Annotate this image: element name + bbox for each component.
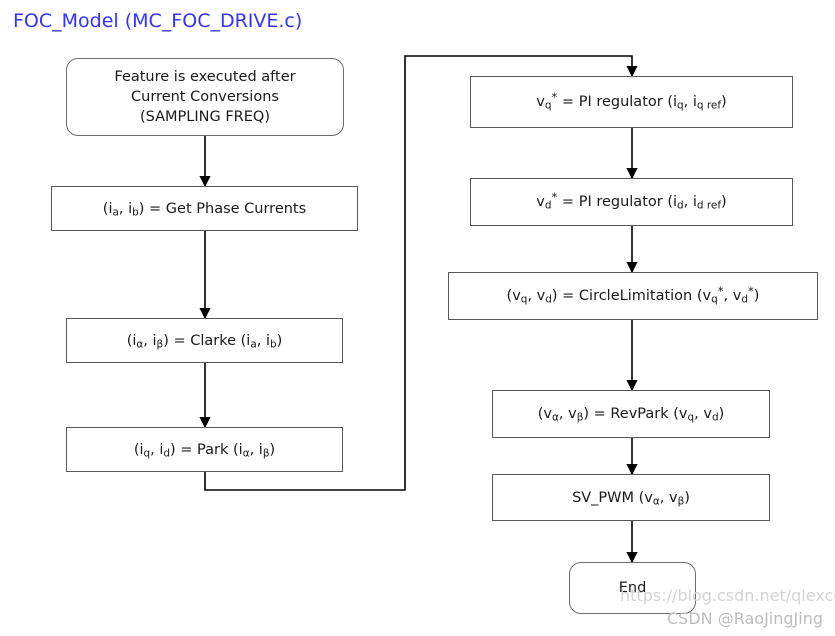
node-sv-pwm[interactable]: SV_PWM (vα, vβ) [492, 474, 770, 521]
node-clarke[interactable]: (iα, iβ) = Clarke (ia, ib) [66, 318, 343, 363]
flowchart-canvas: FOC_Model (MC_FOC_DRIVE.c) Feature is ex… [0, 0, 835, 636]
watermark-username: CSDN @RaoJingJing [667, 609, 823, 628]
watermark-url: https://blog.csdn.net/qlexcel [620, 586, 835, 605]
node-pi-regulator-d-label: vd* = PI regulator (id, id ref) [536, 190, 727, 212]
page-title: FOC_Model (MC_FOC_DRIVE.c) [13, 10, 303, 32]
node-pi-regulator-q-label: vq* = PI regulator (iq, iq ref) [536, 90, 727, 112]
node-sv-pwm-label: SV_PWM (vα, vβ) [572, 489, 690, 507]
node-rev-park-label: (vα, vβ) = RevPark (vq, vd) [537, 406, 725, 424]
node-get-phase-currents[interactable]: (ia, ib) = Get Phase Currents [51, 186, 358, 231]
node-park[interactable]: (iq, id) = Park (iα, iβ) [66, 427, 343, 472]
node-pi-regulator-d[interactable]: vd* = PI regulator (id, id ref) [470, 178, 793, 226]
node-park-label: (iq, id) = Park (iα, iβ) [133, 441, 276, 459]
node-pi-regulator-q[interactable]: vq* = PI regulator (iq, iq ref) [470, 76, 793, 128]
node-start-label: Feature is executed after Current Conver… [114, 69, 296, 125]
node-circle-limitation[interactable]: (vq, vd) = CircleLimitation (vq*, vd*) [448, 272, 818, 320]
node-start[interactable]: Feature is executed after Current Conver… [66, 58, 344, 136]
node-rev-park[interactable]: (vα, vβ) = RevPark (vq, vd) [492, 390, 770, 438]
node-circle-limitation-label: (vq, vd) = CircleLimitation (vq*, vd*) [506, 284, 760, 306]
node-get-phase-currents-label: (ia, ib) = Get Phase Currents [102, 200, 307, 218]
node-clarke-label: (iα, iβ) = Clarke (ia, ib) [126, 332, 283, 350]
